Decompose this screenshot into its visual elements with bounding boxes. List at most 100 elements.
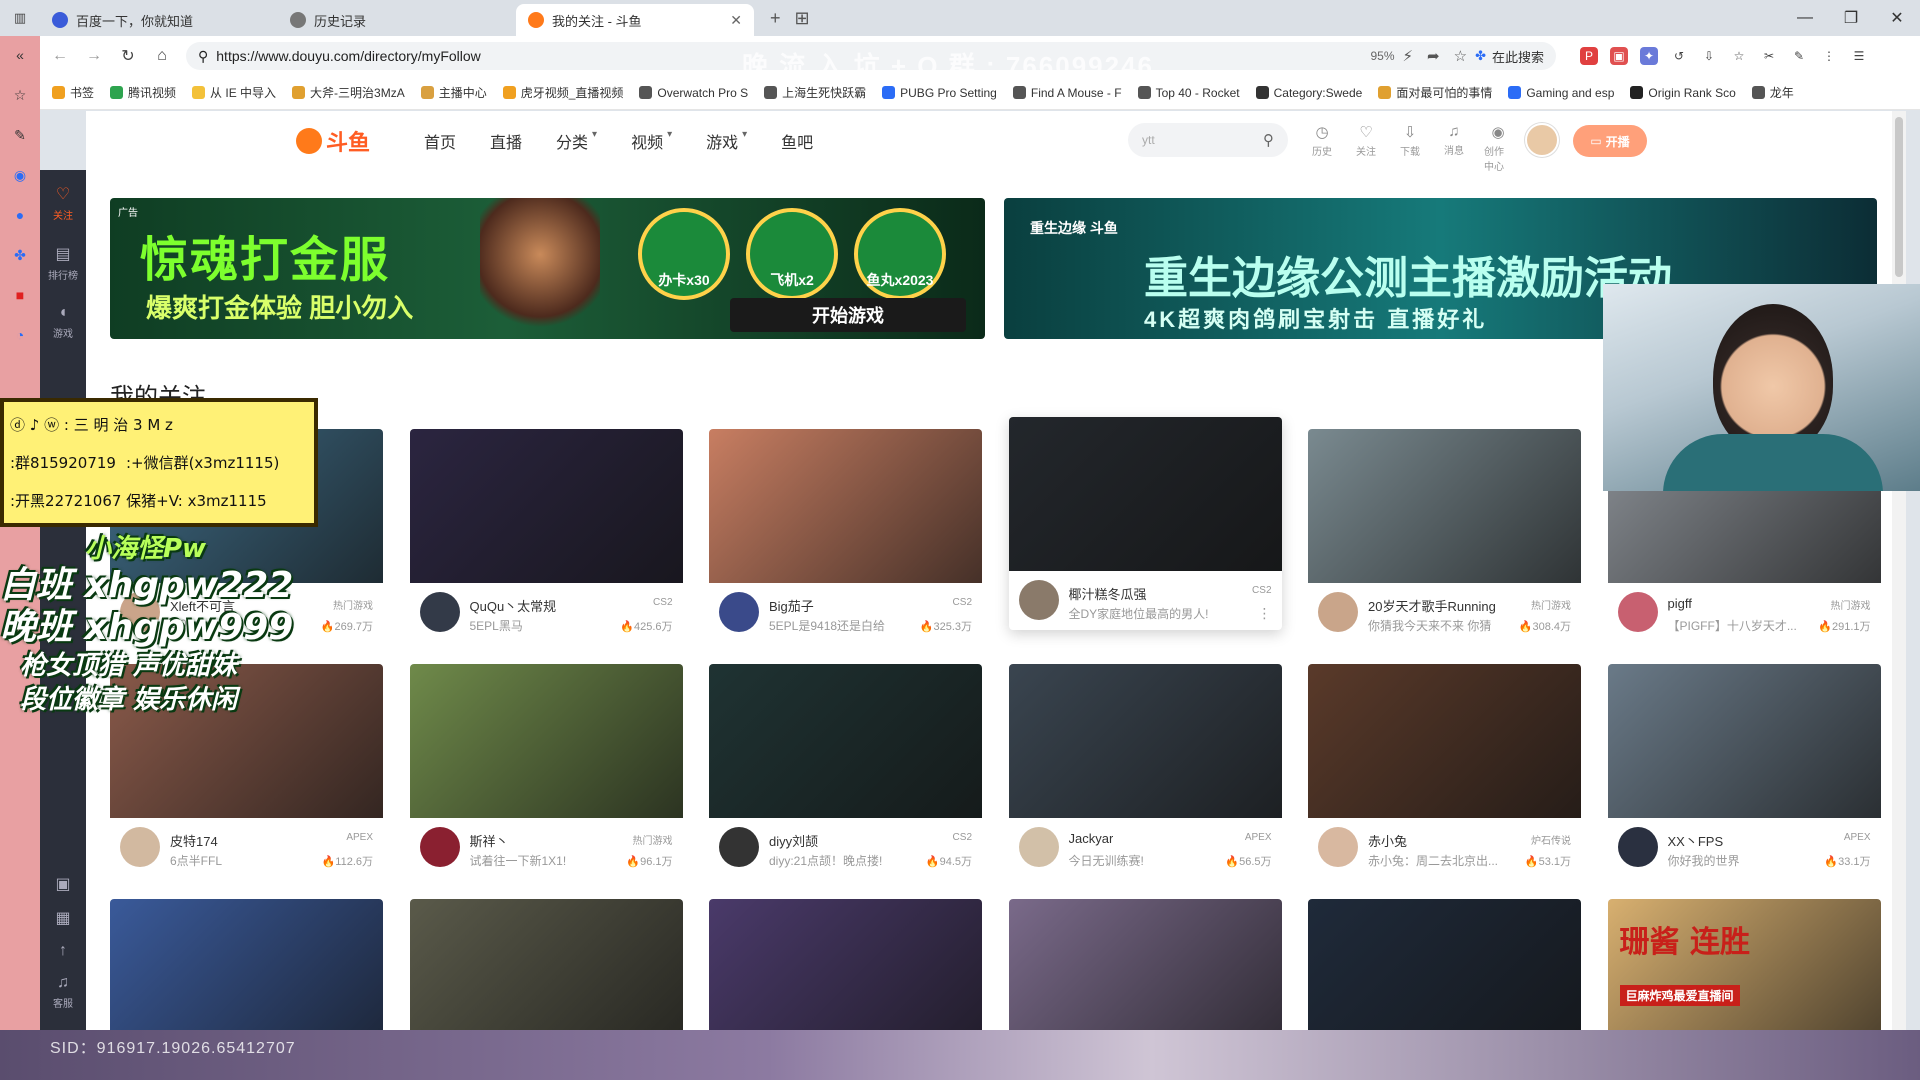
bookmark-item[interactable]: 大斧-三明治3MzA [292,84,405,101]
home-icon[interactable]: ⌂ [152,47,172,65]
header-tool[interactable]: ◉ 创作中心 [1484,123,1512,173]
app-icon-red[interactable]: ■ [11,286,29,304]
favorite-icon[interactable]: ☆ [1454,47,1467,65]
stream-card[interactable] [110,899,383,1030]
ad-banner-game[interactable]: 广告 惊魂打金服 爆爽打金体验 胆小勿入 办卡x30 飞机x2 鱼丸x2023 … [110,198,985,339]
edit-icon[interactable]: ✎ [1790,47,1808,65]
stream-card[interactable]: 20岁天才歌手Running 热门游戏 你猜我今天来不来 你猜 🔥308.4万 [1308,429,1581,642]
stream-thumbnail[interactable] [1008,664,1282,818]
menu-item[interactable]: 首页 [424,129,456,153]
bookmark-item[interactable]: Overwatch Pro S [639,86,748,100]
streamer-avatar[interactable] [1018,580,1059,620]
bookmark-item[interactable]: 腾讯视频 [110,84,176,101]
bookmark-item[interactable]: 从 IE 中导入 [192,84,276,101]
stream-thumbnail[interactable] [409,899,683,1030]
user-avatar[interactable] [1525,123,1559,157]
header-tool[interactable]: ◷ 历史 [1308,123,1336,173]
bookmark-item[interactable]: 主播中心 [420,84,487,101]
menu-item[interactable]: 游戏 [706,129,738,153]
header-tool[interactable]: ♫ 消息 [1440,123,1468,173]
lightning-icon[interactable]: ⚡ [1403,47,1414,65]
app-icon-blue[interactable]: ◉ [11,166,29,184]
streamer-avatar[interactable] [1318,592,1358,632]
star-icon[interactable]: ☆ [11,86,29,104]
pen-icon[interactable]: ✎ [11,126,29,144]
streamer-name[interactable]: Big茄子 [769,596,814,615]
streamer-avatar[interactable] [719,827,759,867]
scrollbar-thumb[interactable] [1895,117,1903,277]
history-icon[interactable]: ↺ [1670,47,1688,65]
streamer-avatar[interactable] [120,827,160,867]
stream-thumbnail[interactable] [409,429,683,583]
download-icon[interactable]: ⇩ [1700,47,1718,65]
close-tab-icon[interactable]: ✕ [730,12,742,29]
gift-icon[interactable]: ▦ [55,908,70,928]
stream-thumbnail[interactable] [709,664,982,818]
tab-baidu[interactable]: 百度一下，你就知道 [40,4,278,36]
start-game-button[interactable]: 开始游戏 [730,298,966,332]
header-tool[interactable]: ♡ 关注 [1352,123,1380,173]
go-live-button[interactable]: ▭ 开播 [1573,125,1647,157]
bookmark-item[interactable]: 龙年 [1751,84,1794,101]
douyu-search[interactable]: ytt ⚲ [1128,123,1288,157]
search-icon[interactable]: ⚲ [1263,131,1274,149]
nav-ranking[interactable]: ▤ 排行榜 [48,244,78,282]
stream-card[interactable]: Jackyar APEX 今日无训练赛! 🔥56.5万 [1008,664,1282,877]
streamer-name[interactable]: 皮特174 [170,831,218,850]
search-engine[interactable]: ✤ 在此搜索 [1475,47,1544,66]
app-icon-clock[interactable]: ◔ [11,326,29,344]
collapse-icon[interactable]: « [11,46,29,64]
bookmark-item[interactable]: Category:Swede [1255,86,1362,100]
bookmark-item[interactable]: 上海生死快跃霸 [764,84,866,101]
stream-card[interactable] [1308,899,1581,1030]
screen-icon[interactable]: ▣ [55,874,70,894]
ext-pdf-icon[interactable]: P [1580,47,1598,65]
tab-history[interactable]: 历史记录 [278,4,516,36]
bookmark-star-icon[interactable]: ☆ [1730,47,1748,65]
sidebar-toggle-icon[interactable]: ▥ [0,0,40,36]
menu-item[interactable]: 鱼吧 [781,129,813,153]
streamer-name[interactable]: diyy刘颉 [769,831,818,850]
menu-item[interactable]: 分类 [556,129,588,153]
bookmark-item[interactable]: Origin Rank Sco [1630,86,1736,100]
bookmark-item[interactable]: 书签 [52,84,94,101]
stream-card[interactable] [409,899,683,1030]
menu-icon[interactable]: ☰ [1850,47,1868,65]
share-icon[interactable]: ➦ [1427,47,1440,65]
forward-icon[interactable]: → [84,47,104,65]
stream-card[interactable]: Big茄子 CS2 5EPL是9418还是白给 🔥325.3万 [709,429,982,642]
more-icon[interactable]: ⋮ [1820,47,1838,65]
streamer-avatar[interactable] [419,827,460,867]
ext-red-icon[interactable]: ▣ [1610,47,1628,65]
reload-icon[interactable]: ↻ [118,46,138,66]
bookmark-item[interactable]: Top 40 - Rocket [1137,86,1240,100]
streamer-name[interactable]: 斯祥丶 [470,831,509,850]
bookmark-item[interactable]: 虎牙视频_直播视频 [502,84,623,101]
streamer-avatar[interactable] [719,592,759,632]
stream-thumbnail[interactable]: 珊酱 连胜 巨麻炸鸡最爱直播间 [1607,899,1881,1030]
stream-thumbnail[interactable] [1308,429,1581,583]
stream-card[interactable]: 斯祥丶 热门游戏 试着往一下新1X1! 🔥96.1万 [409,664,683,877]
stream-thumbnail[interactable] [1308,664,1581,818]
streamer-avatar[interactable] [1318,827,1358,867]
to-top-icon[interactable]: ↑ [59,942,67,960]
stream-card[interactable]: XX丶FPS APEX 你好我的世界 🔥33.1万 [1607,664,1881,877]
streamer-avatar[interactable] [1617,592,1658,632]
streamer-name[interactable]: 椰汁糕冬瓜强 [1069,584,1147,603]
nav-games[interactable]: ◖ 游戏 [53,304,73,340]
streamer-name[interactable]: 赤小兔 [1368,831,1407,850]
nav-follow[interactable]: ♡ 关注 [53,184,73,222]
stream-thumbnail[interactable] [709,899,982,1030]
bookmark-item[interactable]: 面对最可怕的事情 [1378,84,1492,101]
bookmark-item[interactable]: Find A Mouse - F [1012,86,1122,100]
app-icon-qq[interactable]: ● [11,206,29,224]
stream-thumbnail[interactable] [1607,664,1881,818]
tab-douyu-follow[interactable]: 我的关注 - 斗鱼 ✕ [516,4,754,36]
back-icon[interactable]: ← [50,47,70,65]
stream-thumbnail[interactable] [1008,899,1282,1030]
streamer-avatar[interactable] [1617,827,1658,867]
stream-card[interactable]: 椰汁糕冬瓜强 CS2 全DY家庭地位最高的男人! ⋮ [1008,417,1282,630]
stream-card[interactable]: QuQu丶太常规 CS2 5EPL黑马 🔥425.6万 [409,429,683,642]
minimize-icon[interactable]: — [1782,0,1828,36]
app-icon-paw[interactable]: ✤ [11,246,29,264]
